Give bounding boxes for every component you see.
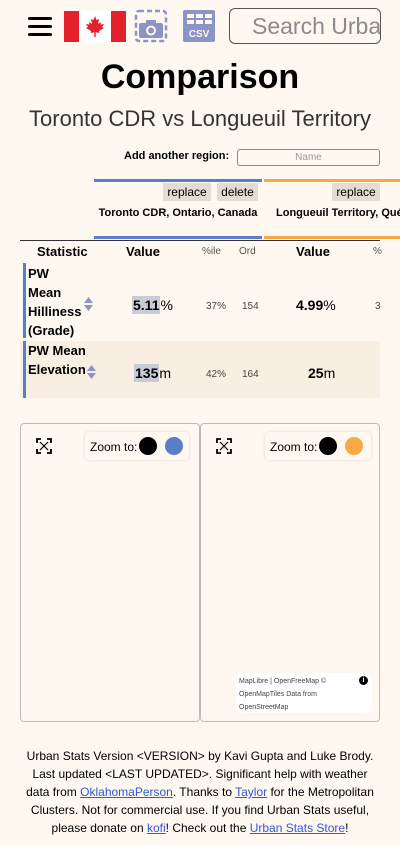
fullscreen-expand-icon[interactable] bbox=[36, 438, 52, 454]
value-number: 5.11 bbox=[132, 296, 161, 314]
value-unit: % bbox=[160, 297, 173, 313]
region-1-color-bar-bottom bbox=[94, 236, 262, 239]
value-cell: 135m bbox=[134, 364, 172, 382]
add-region-input[interactable]: Name bbox=[237, 149, 380, 166]
region-2-name[interactable]: Longueuil Territory, Québec, Canada bbox=[276, 205, 400, 221]
canada-flag-icon[interactable] bbox=[64, 11, 126, 42]
replace-region-1-button[interactable]: replace bbox=[163, 183, 211, 201]
ordinal-cell[interactable]: 154 bbox=[242, 301, 259, 312]
add-region-label: Add another region: bbox=[124, 150, 230, 162]
map-attribution[interactable]: MapLibre | OpenFreeMap © OpenMapTiles Da… bbox=[236, 673, 372, 713]
zoom-all-button[interactable] bbox=[319, 437, 337, 455]
hamburger-menu-icon[interactable] bbox=[28, 17, 52, 37]
statistic-name[interactable]: PW Mean Elevation bbox=[28, 341, 88, 379]
region-1-color-bar bbox=[94, 179, 262, 182]
sort-arrows-icon[interactable] bbox=[84, 297, 93, 311]
attribution-line: MapLibre | OpenFreeMap © bbox=[239, 678, 327, 685]
value-cell: 5.11% bbox=[132, 296, 173, 314]
value-cell: 25m bbox=[308, 365, 335, 381]
value-unit: m bbox=[159, 365, 172, 381]
value-number: 25 bbox=[308, 365, 324, 381]
page-subtitle: Toronto CDR vs Longueuil Territory bbox=[29, 106, 371, 131]
percentile-cell: 42% bbox=[206, 369, 227, 380]
value-unit: % bbox=[323, 297, 336, 313]
zoom-region-2-button[interactable] bbox=[345, 437, 363, 455]
percentile-cell: 37% bbox=[206, 301, 227, 312]
replace-region-2-button[interactable]: replace bbox=[332, 183, 380, 201]
region-2-color-bar bbox=[264, 179, 400, 182]
row-stripe bbox=[23, 263, 26, 338]
region-2-color-bar-bottom bbox=[264, 236, 400, 239]
ordinal-cell[interactable]: 164 bbox=[242, 369, 259, 380]
zoom-region-1-button[interactable] bbox=[165, 437, 183, 455]
statistic-name[interactable]: PW Mean Hilliness (Grade) bbox=[28, 264, 84, 340]
zoom-all-button[interactable] bbox=[139, 437, 157, 455]
store-link[interactable]: Urban Stats Store bbox=[250, 821, 345, 835]
footer-text: . Thanks to bbox=[172, 785, 236, 799]
kofi-link[interactable]: kofi bbox=[147, 821, 166, 835]
value-cell: 4.99% bbox=[296, 297, 336, 313]
csv-label: CSV bbox=[189, 29, 210, 40]
column-header-statistic: Statistic bbox=[37, 244, 88, 259]
taylor-link[interactable]: Taylor bbox=[235, 785, 267, 799]
footer-text: ! bbox=[345, 821, 349, 835]
info-icon[interactable]: i bbox=[359, 676, 368, 685]
sort-arrows-icon[interactable] bbox=[87, 365, 96, 379]
map-panel-region-1[interactable]: Zoom to: bbox=[20, 423, 200, 722]
value-number: 135 bbox=[134, 364, 160, 382]
column-header-value-2: Value bbox=[296, 244, 330, 259]
column-header-percentile-1: %ile bbox=[202, 246, 221, 257]
footer: Urban Stats Version <VERSION> by Kavi Gu… bbox=[24, 747, 376, 837]
zoom-to-label: Zoom to: bbox=[270, 440, 318, 454]
value-number: 4.99 bbox=[296, 297, 324, 313]
region-1-name[interactable]: Toronto CDR, Ontario, Canada bbox=[94, 205, 262, 221]
attribution-line: OpenMapTiles Data from bbox=[239, 691, 317, 698]
table-header-divider bbox=[20, 240, 380, 241]
column-header-value-1: Value bbox=[126, 244, 160, 259]
zoom-to-control: Zoom to: bbox=[265, 432, 371, 460]
screenshot-camera-icon[interactable] bbox=[134, 9, 168, 43]
region-2-name-clip: Longueuil Territory, Québec, Canada bbox=[264, 205, 400, 239]
oklahomaperson-link[interactable]: OklahomaPerson bbox=[80, 785, 173, 799]
delete-region-1-button[interactable]: delete bbox=[217, 183, 258, 201]
search-input[interactable]: Search Urban Stats bbox=[229, 8, 381, 44]
csv-export-icon[interactable]: CSV bbox=[181, 9, 217, 43]
zoom-to-label: Zoom to: bbox=[90, 440, 138, 454]
footer-text: ! Check out the bbox=[165, 821, 250, 835]
page-title: Comparison bbox=[100, 58, 300, 96]
column-header-ordinal-1: Ord bbox=[239, 246, 256, 257]
zoom-to-control: Zoom to: bbox=[85, 432, 189, 460]
column-header-percentile-2: % bbox=[373, 246, 382, 257]
fullscreen-expand-icon[interactable] bbox=[216, 438, 232, 454]
percentile-cell: 3 bbox=[375, 301, 381, 312]
value-unit: m bbox=[323, 365, 336, 381]
header: CSV Search Urban Stats bbox=[0, 0, 400, 52]
row-stripe bbox=[23, 341, 26, 398]
attribution-line: OpenStreetMap bbox=[239, 704, 289, 711]
